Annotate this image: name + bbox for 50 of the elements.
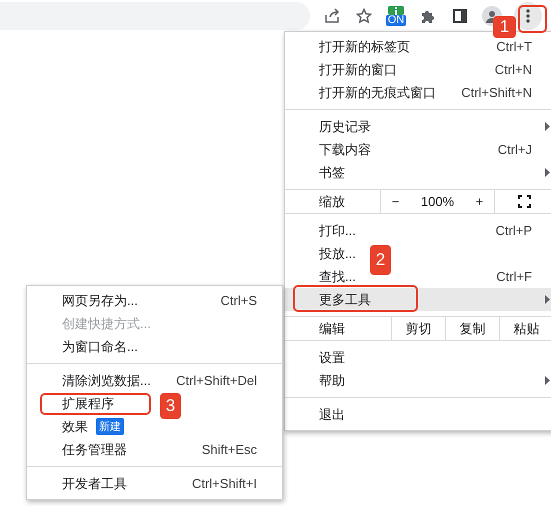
menu-item[interactable]: 打开新的标签页 (319, 38, 410, 54)
shortcut-label: Ctrl+N (494, 62, 532, 77)
menu-item[interactable]: 退出 (319, 406, 345, 422)
menu-item[interactable]: 历史记录 (319, 118, 371, 134)
menu-item[interactable]: 开发者工具 (62, 476, 127, 490)
step-number: 1 (493, 16, 516, 38)
shortcut-label: Ctrl+Shift+N (461, 85, 532, 100)
shortcut-label: Ctrl+J (498, 142, 532, 157)
zoom-label: 缩放 (319, 192, 346, 210)
shortcut-label: Ctrl+P (496, 223, 532, 238)
share-icon[interactable] (324, 8, 340, 24)
step-number: 3 (160, 393, 181, 419)
zoom-out-button[interactable]: − (392, 194, 400, 209)
fullscreen-icon (518, 195, 530, 208)
edit-action-button[interactable]: 剪切 (391, 317, 445, 340)
highlight-frame (518, 5, 547, 33)
extension-badge[interactable]: ON (386, 14, 406, 26)
step-number: 2 (370, 245, 391, 275)
edit-label: 编辑 (319, 320, 346, 338)
menu-item[interactable]: 扩展程序 (62, 396, 114, 410)
zoom-level: 100% (420, 194, 454, 209)
menu-item[interactable]: 效果 (62, 418, 88, 436)
side-panel-icon[interactable] (453, 8, 467, 22)
menu-item[interactable]: 下载内容 (319, 142, 371, 156)
shortcut-label: Ctrl+F (496, 269, 532, 284)
zoom-in-button[interactable]: + (476, 194, 484, 209)
new-badge: 新建 (96, 418, 124, 435)
menu-item[interactable]: 帮助 (319, 372, 345, 388)
menu-item[interactable]: 网页另存为... (62, 292, 138, 308)
menu-item[interactable]: 书签 (319, 164, 345, 180)
shortcut-label: Ctrl+Shift+Del (176, 373, 257, 388)
menu-item[interactable]: 打开新的无痕式窗口 (319, 84, 436, 100)
kebab-icon (526, 8, 530, 22)
highlighted-menu-item[interactable]: 更多工具 (285, 288, 551, 311)
menu-item[interactable]: 打印... (319, 222, 356, 238)
info-icon[interactable] (388, 6, 404, 14)
shortcut-label: Shift+Esc (202, 442, 257, 457)
edit-action-button[interactable]: 复制 (445, 317, 499, 340)
menu-item[interactable]: 投放... (319, 246, 356, 260)
shortcut-label: Ctrl+S (220, 293, 257, 308)
menu-item[interactable]: 任务管理器 (62, 442, 127, 456)
menu-item[interactable]: 清除浏览数据... (62, 372, 151, 388)
shortcut-label: Ctrl+Shift+I (192, 476, 257, 491)
menu-item[interactable]: 查找... (319, 268, 356, 284)
menu-item[interactable]: 设置 (319, 350, 345, 364)
star-icon[interactable] (356, 8, 372, 24)
menu-item[interactable]: 为窗口命名... (62, 338, 138, 354)
menu-item[interactable]: 打开新的窗口 (319, 62, 397, 76)
edit-action-button[interactable]: 粘贴 (499, 317, 551, 340)
shortcut-label: Ctrl+T (496, 39, 532, 54)
